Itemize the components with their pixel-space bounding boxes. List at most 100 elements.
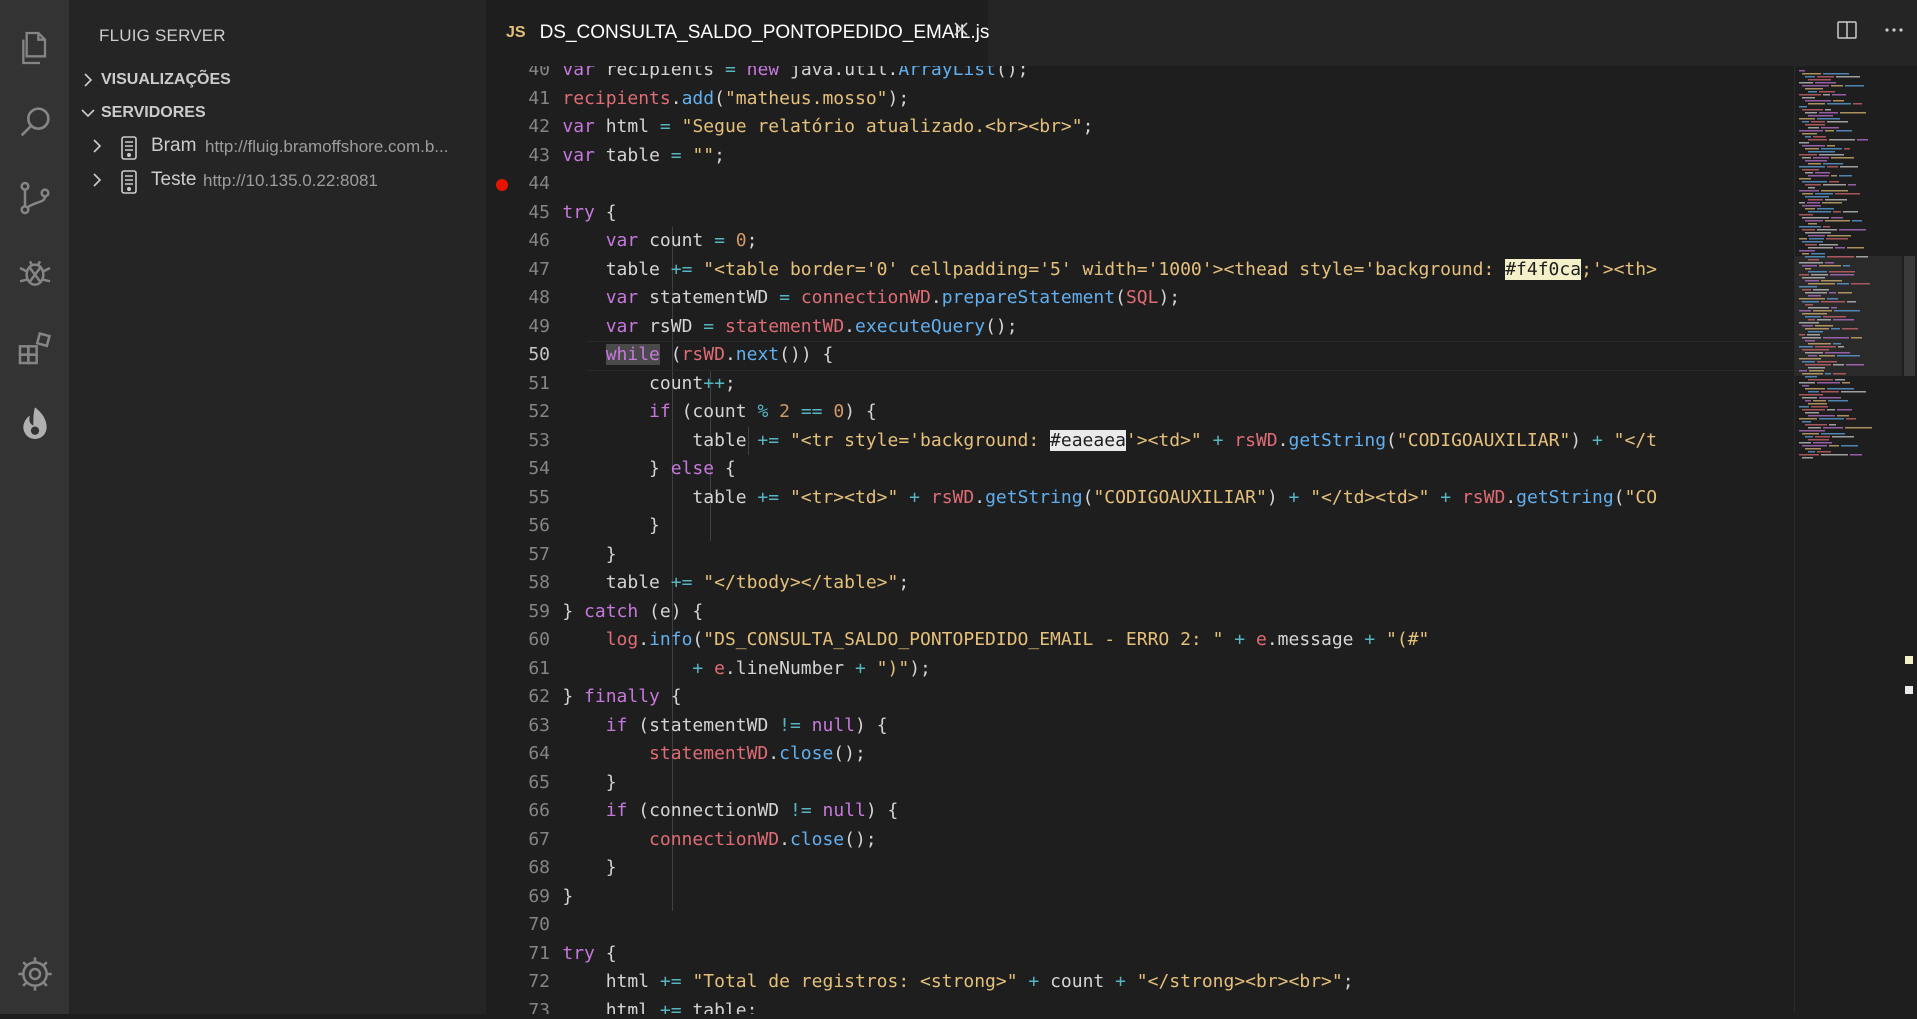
code-line[interactable]: 66 if (connectionWD != null) { (486, 797, 1794, 825)
more-actions-icon[interactable] (1882, 18, 1906, 47)
code-line[interactable]: 60 log.info("DS_CONSULTA_SALDO_PONTOPEDI… (486, 626, 1794, 654)
code-text: if (count % 2 == 0) { (649, 401, 877, 422)
code-line[interactable]: 43 var table = ""; (486, 142, 1794, 170)
code-line[interactable]: 53 table += "<tr style='background: #eae… (486, 427, 1794, 455)
chevron-down-icon (75, 107, 101, 119)
server-icon (117, 135, 141, 167)
code-text: var statementWD = connectionWD.prepareSt… (605, 287, 1181, 308)
code-line[interactable]: 59 } catch (e) { (486, 598, 1794, 626)
code-line[interactable]: 54 } else { (486, 455, 1794, 483)
code-text: var table = ""; (562, 144, 725, 166)
code-text: try { (562, 201, 617, 223)
code-line[interactable]: 48 var statementWD = connectionWD.prepar… (486, 284, 1794, 312)
server-name: Bram (151, 135, 197, 156)
code-text: var html = "Segue relatório atualizado.<… (562, 116, 1094, 137)
code-text: } (519, 771, 617, 793)
source-control-icon[interactable] (0, 168, 69, 228)
gear-icon[interactable] (0, 944, 69, 1004)
code-text: html += table; (605, 999, 758, 1015)
highlight-marker (1905, 686, 1913, 694)
code-text: if (connectionWD != null) { (605, 800, 899, 821)
code-line[interactable]: 42 var html = "Segue relatório atualizad… (486, 113, 1794, 141)
code-line[interactable]: 57 } (486, 541, 1794, 569)
code-line[interactable]: 58 table += "</tbody></table>"; (486, 569, 1794, 597)
line-number: 70 (528, 914, 550, 935)
code-line[interactable]: 73 html += table; (486, 997, 1794, 1015)
split-editor-icon[interactable] (1835, 18, 1859, 47)
code-text: table += "<tr style='background: #eaeaea… (692, 429, 1658, 451)
explorer-icon[interactable] (0, 18, 69, 78)
code-line[interactable]: 41 recipients.add("matheus.mosso"); (486, 85, 1794, 113)
section-servidores[interactable]: SERVIDORES (69, 97, 486, 128)
js-file-icon: JS (506, 24, 526, 41)
code-line[interactable]: 55 table += "<tr><td>" + rsWD.getString(… (486, 484, 1794, 512)
code-line[interactable]: 65 } (486, 769, 1794, 797)
code-editor[interactable]: 40 var recipients = new java.util.ArrayL… (486, 66, 1794, 1014)
sidebar: FLUIG SERVER VISUALIZAÇÕES SERVIDORES Br… (69, 0, 486, 1014)
code-line[interactable]: 62 } finally { (486, 683, 1794, 711)
code-line[interactable]: 64 statementWD.close(); (486, 740, 1794, 768)
code-text: } catch (e) { (519, 600, 704, 622)
code-text: } (519, 543, 617, 565)
code-text: + e.lineNumber + ")"); (692, 657, 931, 679)
server-item-bram[interactable]: Bram http://fluig.bramoffshore.com.b... (69, 130, 486, 163)
code-line[interactable]: 45 try { (486, 199, 1794, 227)
tab-filename: DS_CONSULTA_SALDO_PONTOPEDIDO_EMAIL.js (539, 22, 990, 43)
code-text: while (rsWD.next()) { (605, 344, 834, 365)
code-text: table += "<table border='0' cellpadding=… (605, 258, 1657, 280)
code-line[interactable]: 46 var count = 0; (486, 227, 1794, 255)
code-line[interactable]: 44 (486, 170, 1794, 198)
highlight-marker (1905, 656, 1913, 664)
minimap[interactable] (1794, 66, 1903, 1014)
sidebar-title: FLUIG SERVER (99, 26, 226, 45)
server-url: http://10.135.0.22:8081 (203, 171, 378, 190)
code-text: } else { (519, 458, 736, 479)
scrollbar-thumb[interactable] (1904, 256, 1915, 376)
code-line[interactable]: 49 var rsWD = statementWD.executeQuery()… (486, 313, 1794, 341)
code-text: if (statementWD != null) { (605, 714, 888, 736)
section-label: SERVIDORES (101, 103, 206, 121)
code-line[interactable]: 51 count++; (486, 370, 1794, 398)
code-text: table += "<tr><td>" + rsWD.getString("CO… (692, 486, 1658, 508)
code-line[interactable]: 70 (486, 911, 1794, 939)
fluig-icon[interactable] (0, 394, 69, 454)
code-line[interactable]: 61 + e.lineNumber + ")"); (486, 655, 1794, 683)
code-text: try { (562, 942, 617, 964)
code-text: var recipients = new java.util.ArrayList… (562, 66, 1029, 80)
server-url: http://fluig.bramoffshore.com.b... (205, 137, 449, 156)
tab-bar: JS DS_CONSULTA_SALDO_PONTOPEDIDO_EMAIL.j… (486, 0, 1917, 66)
debug-icon[interactable] (0, 243, 69, 303)
code-line[interactable]: 47 table += "<table border='0' cellpaddi… (486, 256, 1794, 284)
code-text: table += "</tbody></table>"; (605, 572, 910, 593)
code-line[interactable]: 71 try { (486, 940, 1794, 968)
extensions-icon[interactable] (0, 318, 69, 378)
server-item-teste[interactable]: Teste http://10.135.0.22:8081 (69, 164, 486, 197)
code-text: } (519, 857, 617, 878)
code-text: } (519, 885, 574, 907)
chevron-right-icon (91, 138, 103, 160)
code-line[interactable]: 69 } (486, 883, 1794, 911)
code-text: } (519, 515, 660, 536)
section-visualizacoes[interactable]: VISUALIZAÇÕES (69, 64, 486, 95)
code-text: html += "Total de registros: <strong>" +… (605, 971, 1354, 992)
server-icon (117, 169, 141, 201)
code-line[interactable]: 56 } (486, 512, 1794, 540)
code-text: } finally { (519, 686, 682, 707)
code-line[interactable]: 72 html += "Total de registros: <strong>… (486, 968, 1794, 996)
code-line[interactable]: 67 connectionWD.close(); (486, 826, 1794, 854)
activity-bar (0, 0, 69, 1014)
line-number: 44 (528, 173, 550, 194)
close-icon[interactable] (952, 20, 970, 43)
code-line[interactable]: 63 if (statementWD != null) { (486, 712, 1794, 740)
chevron-right-icon (91, 172, 103, 194)
code-line[interactable]: 52 if (count % 2 == 0) { (486, 398, 1794, 426)
code-line[interactable]: 40 var recipients = new java.util.ArrayL… (486, 66, 1794, 84)
search-icon[interactable] (0, 92, 69, 152)
vertical-scrollbar[interactable] (1902, 66, 1917, 1014)
code-line[interactable]: 68 } (486, 854, 1794, 882)
code-line[interactable]: 50 while (rsWD.next()) { (486, 341, 1794, 371)
editor-tab[interactable]: JS DS_CONSULTA_SALDO_PONTOPEDIDO_EMAIL.j… (486, 0, 990, 66)
server-name: Teste (151, 169, 197, 190)
code-text: recipients.add("matheus.mosso"); (562, 87, 910, 109)
code-text: log.info("DS_CONSULTA_SALDO_PONTOPEDIDO_… (605, 629, 1430, 650)
